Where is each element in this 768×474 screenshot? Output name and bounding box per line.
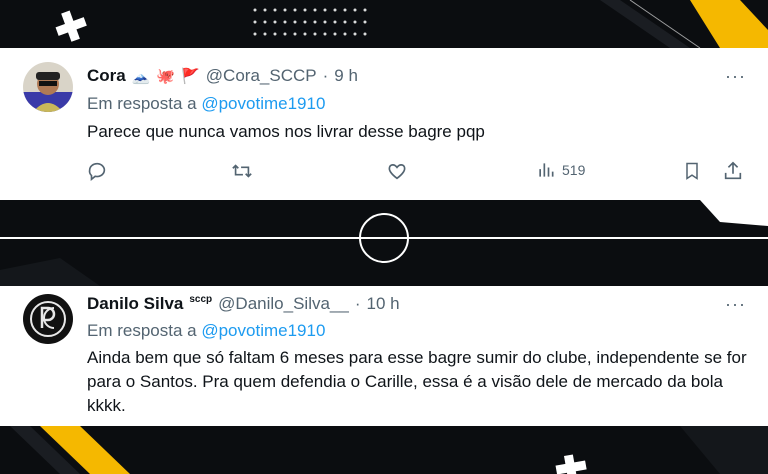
retweet-button[interactable] [230, 160, 254, 182]
avatar[interactable] [23, 294, 73, 344]
reply-prefix: Em resposta a [87, 321, 197, 340]
separator: · [354, 294, 361, 313]
tweet-card[interactable]: Danilo Silva sccp @Danilo_Silva__ · 10 h… [0, 286, 768, 426]
reply-to-link[interactable]: @povotime1910 [201, 94, 325, 113]
reply-button[interactable] [86, 160, 108, 182]
user-handle[interactable]: @Cora_SCCP [206, 66, 317, 86]
share-button[interactable] [722, 160, 744, 182]
reply-context: Em resposta a @povotime1910 [87, 321, 325, 341]
user-handle[interactable]: @Danilo_Silva__ [218, 294, 349, 314]
badge-icon: 🚩 [181, 68, 200, 85]
bookmark-button[interactable] [682, 160, 702, 182]
views-icon [539, 163, 554, 177]
badge-icon: 🗻 [131, 68, 151, 85]
badge-icon: 🐙 [156, 68, 176, 85]
reply-prefix: Em resposta a [87, 94, 197, 113]
reply-context: Em resposta a @povotime1910 [87, 94, 325, 114]
bookmark-icon [686, 162, 698, 180]
display-name[interactable]: Cora [87, 66, 126, 86]
like-icon [388, 164, 406, 180]
timestamp[interactable]: 9 h [334, 66, 358, 86]
avatar[interactable] [23, 62, 73, 112]
tweet-text: Ainda bem que só faltam 6 meses para ess… [87, 348, 747, 415]
badge-text: sccp [189, 293, 213, 305]
views-count: 519 [562, 162, 586, 178]
tweet-header: Cora 🗻 🐙 🚩 @Cora_SCCP · 9 h [87, 66, 358, 86]
tweet-text: Parece que nunca vamos nos livrar desse … [87, 122, 485, 141]
like-button[interactable] [386, 160, 408, 182]
reply-to-link[interactable]: @povotime1910 [201, 321, 325, 340]
reply-icon [88, 162, 106, 181]
separator: · [322, 66, 329, 85]
tweet-actions: 519 [84, 160, 754, 186]
timestamp[interactable]: 10 h [367, 294, 400, 314]
retweet-icon [232, 164, 252, 178]
tweet-card[interactable]: Cora 🗻 🐙 🚩 @Cora_SCCP · 9 h ··· Em respo… [0, 48, 768, 200]
share-icon [724, 161, 742, 180]
display-name[interactable]: Danilo Silva [87, 294, 183, 314]
views-button[interactable]: 519 [536, 160, 585, 180]
tweet-header: Danilo Silva sccp @Danilo_Silva__ · 10 h [87, 294, 400, 314]
more-options-icon[interactable]: ··· [725, 294, 746, 315]
more-options-icon[interactable]: ··· [725, 66, 746, 87]
